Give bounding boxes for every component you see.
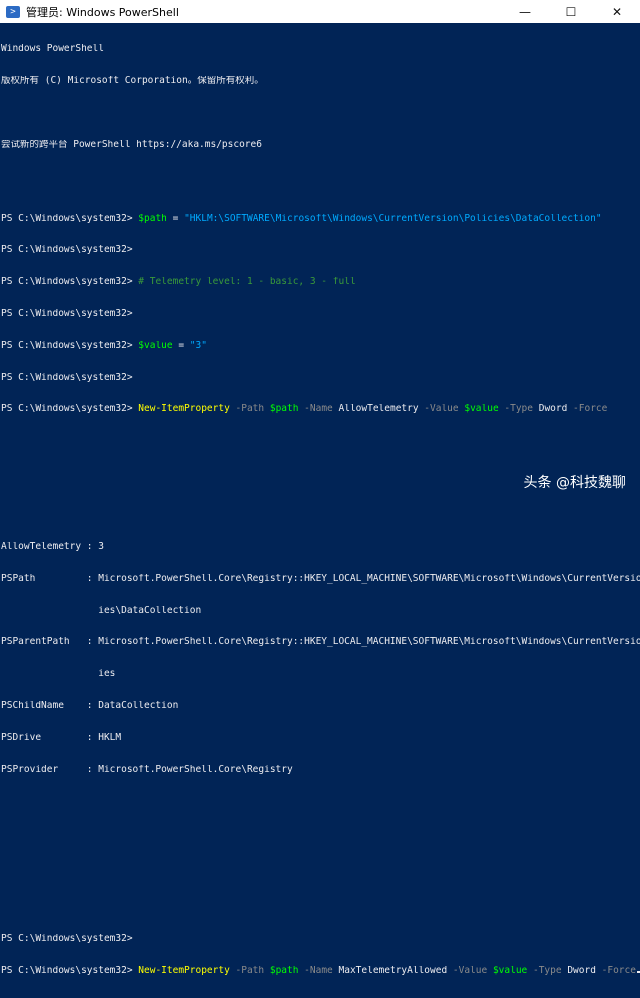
prompt: PS C:\Windows\system32>: [1, 404, 139, 415]
parameter: -Force: [595, 965, 636, 976]
variable: $value: [492, 965, 528, 976]
close-button[interactable]: ✕: [594, 0, 640, 23]
parameter: -Force: [567, 404, 608, 415]
prompt: PS C:\Windows\system32>: [1, 934, 139, 945]
cmdlet: New-ItemProperty: [138, 965, 230, 976]
string-literal: "3": [189, 340, 207, 351]
variable: $path: [269, 404, 299, 415]
variable: $value: [138, 340, 173, 351]
console-output[interactable]: Windows PowerShell 版权所有 (C) Microsoft Co…: [0, 23, 640, 976]
command-line: PS C:\Windows\system32> New-ItemProperty…: [1, 404, 640, 415]
prompt-line: PS C:\Windows\system32>: [1, 373, 640, 384]
command-line: PS C:\Windows\system32> # Telemetry leve…: [1, 277, 640, 288]
prompt: PS C:\Windows\system32>: [1, 309, 139, 320]
parameter: -Name: [298, 404, 339, 415]
output-line: PSChildName : DataCollection: [1, 701, 179, 711]
parameter: -Path: [229, 965, 270, 976]
output-line: PSParentPath : Microsoft.PowerShell.Core…: [1, 637, 640, 648]
operator: =: [166, 213, 185, 224]
prompt-line: PS C:\Windows\system32>: [1, 245, 640, 256]
watermark: 头条 @科技魏聊: [523, 475, 626, 491]
argument: AllowTelemetry: [338, 404, 419, 415]
prompt-line: PS C:\Windows\system32>: [1, 934, 640, 945]
prompt: PS C:\Windows\system32>: [1, 245, 139, 256]
command-line: PS C:\Windows\system32> $value = "3": [1, 341, 640, 352]
output-line: ies\DataCollection: [1, 605, 202, 616]
prompt: PS C:\Windows\system32>: [1, 965, 139, 976]
command-line: PS C:\Windows\system32> $path = "HKLM:\S…: [1, 214, 640, 225]
parameter: -Type: [498, 404, 539, 415]
argument: Dword: [567, 965, 596, 976]
argument: Dword: [538, 404, 568, 415]
operator: =: [172, 340, 190, 351]
comment: # Telemetry level: 1 - basic, 3 - full: [138, 277, 356, 288]
window-title: 管理员: Windows PowerShell: [26, 5, 179, 19]
parameter: -Type: [527, 965, 568, 976]
variable: $path: [269, 965, 299, 976]
argument: MaxTelemetryAllowed: [338, 965, 448, 976]
powershell-icon: >: [6, 5, 20, 18]
string-literal: "HKLM:\SOFTWARE\Microsoft\Windows\Curren…: [184, 213, 602, 224]
output-line: ies: [1, 669, 116, 680]
variable: $path: [138, 213, 167, 224]
maximize-button[interactable]: ☐: [548, 0, 594, 23]
parameter: -Value: [447, 965, 493, 976]
output-line: PSDrive : HKLM: [1, 732, 122, 743]
prompt: PS C:\Windows\system32>: [1, 277, 139, 288]
title-bar[interactable]: > 管理员: Windows PowerShell — ☐ ✕: [0, 0, 640, 23]
prompt: PS C:\Windows\system32>: [1, 340, 139, 351]
minimize-button[interactable]: —: [502, 0, 548, 23]
header-line: Windows PowerShell: [1, 44, 104, 55]
copyright-line: 版权所有 (C) Microsoft Corporation。保留所有权利。: [1, 75, 264, 86]
prompt: PS C:\Windows\system32>: [1, 213, 139, 224]
powershell-window: > 管理员: Windows PowerShell — ☐ ✕ Windows …: [0, 0, 640, 976]
pscore-line: 尝试新的跨平台 PowerShell https://aka.ms/pscore…: [1, 139, 262, 150]
variable: $value: [464, 404, 499, 415]
output-line: PSProvider : Microsoft.PowerShell.Core\R…: [1, 764, 293, 775]
cmdlet: New-ItemProperty: [138, 404, 230, 415]
output-line: AllowTelemetry : 3: [1, 542, 104, 553]
command-input-line[interactable]: PS C:\Windows\system32> New-ItemProperty…: [1, 966, 640, 977]
parameter: -Name: [298, 965, 339, 976]
prompt-line: PS C:\Windows\system32>: [1, 309, 640, 320]
output-line: PSPath : Microsoft.PowerShell.Core\Regis…: [1, 573, 640, 584]
parameter: -Value: [418, 404, 465, 415]
parameter: -Path: [229, 404, 270, 415]
prompt: PS C:\Windows\system32>: [1, 372, 139, 383]
